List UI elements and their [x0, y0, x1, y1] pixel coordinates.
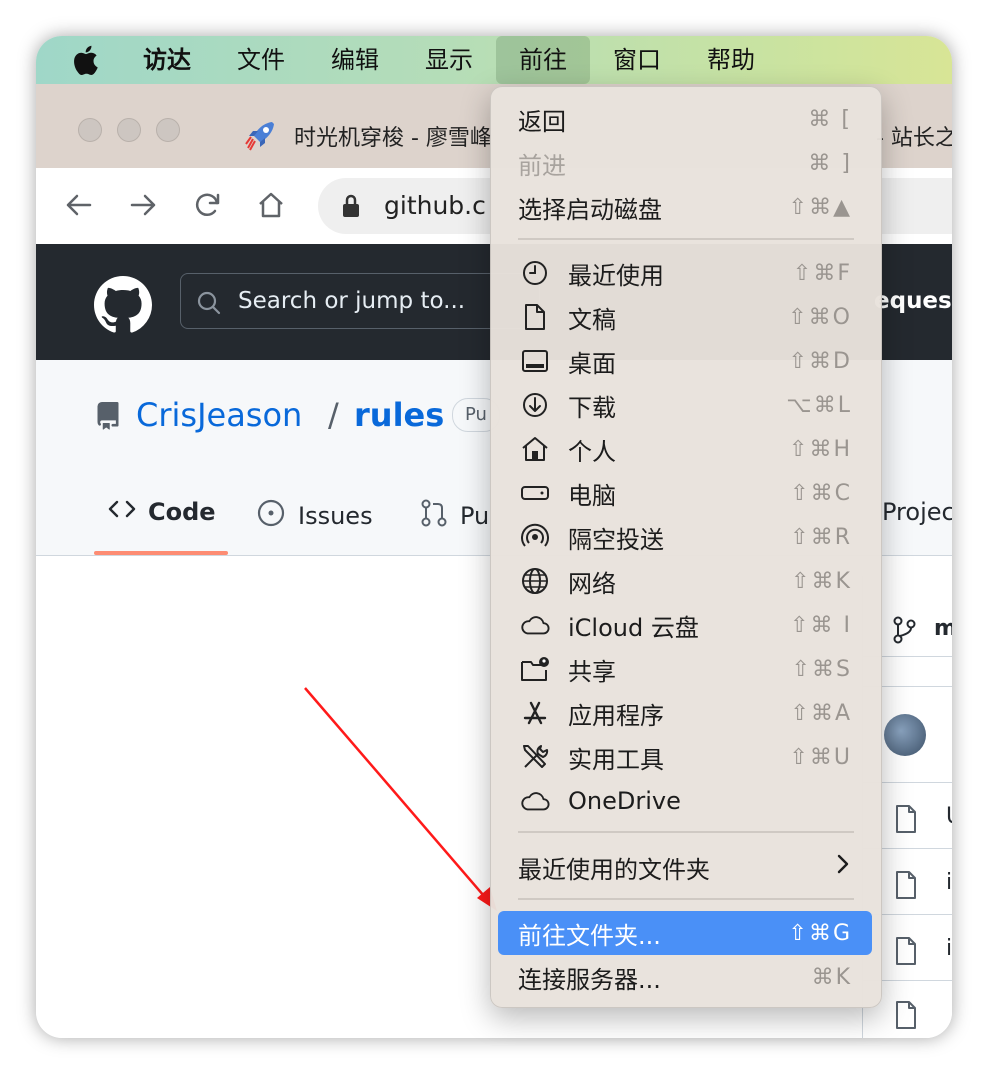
menu-item-shared-label: 共享	[568, 657, 616, 686]
menu-item-downloads-shortcut: ⌥⌘L	[786, 392, 852, 418]
menu-item-home-shortcut: ⇧⌘H	[789, 436, 852, 462]
menu-item-applications-shortcut: ⇧⌘A	[790, 700, 852, 726]
menu-item-airdrop-label: 隔空投送	[568, 525, 664, 554]
menu-item-documents[interactable]: 文稿 ⇧⌘O	[498, 295, 872, 339]
menu-item-desktop[interactable]: 桌面 ⇧⌘D	[498, 339, 872, 383]
menu-item-airdrop[interactable]: 隔空投送 ⇧⌘R	[498, 515, 872, 559]
menu-item-forward[interactable]: 前进 ⌘ ]	[498, 141, 872, 185]
onedrive-icon	[520, 787, 550, 815]
desktop-icon	[520, 347, 550, 375]
menu-item-utilities[interactable]: 实用工具 ⇧⌘U	[498, 735, 872, 779]
menu-item-documents-label: 文稿	[568, 305, 616, 334]
menu-item-downloads[interactable]: 下载 ⌥⌘L	[498, 383, 872, 427]
menu-item-applications-label: 应用程序	[568, 701, 664, 730]
menu-item-forward-label: 前进	[518, 151, 566, 180]
menu-item-computer[interactable]: 电脑 ⇧⌘C	[498, 471, 872, 515]
menu-item-recents-shortcut: ⇧⌘F	[792, 260, 852, 286]
shared-folder-icon	[520, 655, 550, 683]
menu-item-computer-shortcut: ⇧⌘C	[790, 480, 852, 506]
menu-item-startup-disk[interactable]: 选择启动磁盘 ⇧⌘▲	[498, 185, 872, 229]
menu-item-downloads-label: 下载	[568, 393, 616, 422]
menu-item-home[interactable]: 个人 ⇧⌘H	[498, 427, 872, 471]
menu-item-connect-server-label: 连接服务器...	[518, 965, 661, 994]
menu-item-desktop-label: 桌面	[568, 349, 616, 378]
menu-item-go-to-folder-label: 前往文件夹...	[518, 921, 661, 950]
network-icon	[520, 567, 550, 595]
menu-separator	[518, 898, 854, 900]
menu-item-startup-disk-label: 选择启动磁盘	[518, 195, 662, 224]
menu-separator	[518, 831, 854, 833]
menu-item-icloud-shortcut: ⇧⌘ I	[790, 612, 852, 638]
menu-item-applications[interactable]: 应用程序 ⇧⌘A	[498, 691, 872, 735]
menu-item-go-to-folder-shortcut: ⇧⌘G	[788, 920, 852, 946]
menu-item-network-shortcut: ⇧⌘K	[791, 568, 852, 594]
menu-item-network[interactable]: 网络 ⇧⌘K	[498, 559, 872, 603]
menu-item-connect-server-shortcut: ⌘K	[811, 964, 852, 990]
menu-item-startup-disk-shortcut: ⇧⌘▲	[788, 194, 852, 220]
document-icon	[520, 303, 550, 331]
menu-item-back-shortcut: ⌘ [	[808, 106, 852, 132]
menu-item-network-label: 网络	[568, 569, 616, 598]
applications-icon	[520, 699, 550, 727]
menu-item-recents[interactable]: 最近使用 ⇧⌘F	[498, 251, 872, 295]
menu-item-shared[interactable]: 共享 ⇧⌘S	[498, 647, 872, 691]
menu-item-back[interactable]: 返回 ⌘ [	[498, 97, 872, 141]
utilities-icon	[520, 743, 550, 771]
menu-item-connect-server[interactable]: 连接服务器... ⌘K	[498, 955, 872, 999]
menu-item-back-label: 返回	[518, 107, 566, 136]
clock-icon	[520, 259, 550, 287]
menu-item-icloud[interactable]: iCloud 云盘 ⇧⌘ I	[498, 603, 872, 647]
menu-item-shared-shortcut: ⇧⌘S	[791, 656, 852, 682]
menu-item-recents-label: 最近使用	[568, 261, 664, 290]
menu-item-onedrive-label: OneDrive	[568, 787, 681, 815]
menu-item-forward-shortcut: ⌘ ]	[808, 150, 852, 176]
menu-separator	[518, 238, 854, 240]
menu-item-recent-folders-label: 最近使用的文件夹	[518, 855, 710, 884]
menu-item-onedrive[interactable]: OneDrive	[498, 779, 872, 823]
menu-item-utilities-label: 实用工具	[568, 745, 664, 774]
computer-icon	[520, 479, 550, 507]
menu-item-computer-label: 电脑	[568, 481, 616, 510]
chevron-right-icon	[836, 853, 850, 881]
menu-item-go-to-folder[interactable]: 前往文件夹... ⇧⌘G	[498, 911, 872, 955]
menu-item-icloud-label: iCloud 云盘	[568, 613, 699, 642]
menu-item-documents-shortcut: ⇧⌘O	[788, 304, 852, 330]
menu-item-home-label: 个人	[568, 437, 616, 466]
home-icon	[520, 435, 550, 463]
menu-item-utilities-shortcut: ⇧⌘U	[789, 744, 852, 770]
menu-item-recent-folders[interactable]: 最近使用的文件夹	[498, 845, 872, 889]
icloud-icon	[520, 611, 550, 639]
menu-item-airdrop-shortcut: ⇧⌘R	[790, 524, 852, 550]
download-icon	[520, 391, 550, 419]
airdrop-icon	[520, 523, 550, 551]
menu-item-desktop-shortcut: ⇧⌘D	[788, 348, 852, 374]
